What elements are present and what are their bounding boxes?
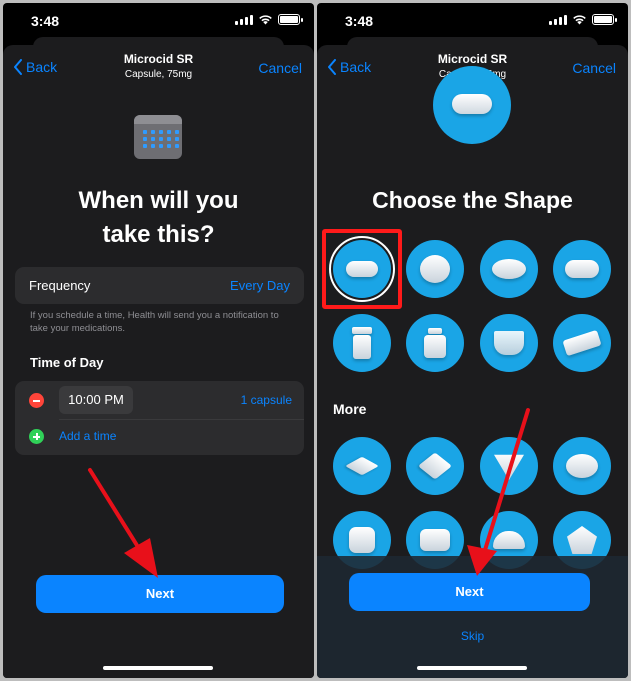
- cancel-button[interactable]: Cancel: [258, 60, 302, 76]
- page-title-line-2: take this?: [102, 221, 215, 248]
- cellular-signal-icon: [235, 13, 253, 25]
- frequency-label: Frequency: [29, 278, 91, 293]
- status-bar: 3:48: [3, 3, 314, 39]
- status-time: 3:48: [345, 13, 374, 29]
- cellular-signal-icon: [549, 13, 567, 25]
- shape-jar-icon[interactable]: [406, 314, 464, 372]
- notification-hint: If you schedule a time, Health will send…: [30, 310, 279, 334]
- battery-icon: [278, 13, 303, 25]
- wifi-icon: [259, 14, 272, 24]
- nav-bar: Back Microcid SR Capsule, 75mg Cancel: [3, 45, 314, 95]
- status-icons: [549, 13, 617, 25]
- shape-oval-icon[interactable]: [480, 240, 538, 298]
- shape-round-icon[interactable]: [406, 240, 464, 298]
- time-of-day-title: Time of Day: [30, 355, 104, 370]
- status-time: 3:48: [31, 13, 60, 29]
- more-section-title: More: [333, 401, 367, 417]
- home-indicator: [417, 666, 527, 670]
- shape-bottle-icon[interactable]: [333, 314, 391, 372]
- shape-diamond-icon[interactable]: [406, 437, 464, 495]
- next-button[interactable]: Next: [36, 575, 284, 613]
- battery-icon: [592, 13, 617, 25]
- page-title-line-1: When will you: [78, 187, 239, 214]
- add-time-button[interactable]: Add a time: [59, 429, 116, 443]
- selected-shape-preview-icon: [433, 66, 511, 144]
- shape-tube-icon[interactable]: [553, 314, 611, 372]
- shape-cup-icon[interactable]: [480, 314, 538, 372]
- time-picker[interactable]: 10:00 PM: [59, 386, 133, 414]
- shape-triangle-icon[interactable]: [480, 437, 538, 495]
- left-phone-screen: 3:48 Back Microcid SR Capsule, 75mg Canc…: [3, 3, 314, 678]
- frequency-value[interactable]: Every Day: [230, 278, 290, 293]
- skip-button[interactable]: Skip: [317, 629, 628, 643]
- row-divider: [59, 419, 304, 420]
- status-icons: [235, 13, 303, 25]
- remove-time-icon[interactable]: [29, 393, 44, 408]
- page-title: Choose the Shape: [372, 187, 573, 213]
- schedule-sheet: Back Microcid SR Capsule, 75mg Cancel Wh…: [3, 45, 314, 678]
- shape-diamond-wide-icon[interactable]: [333, 437, 391, 495]
- cancel-button[interactable]: Cancel: [572, 60, 616, 76]
- right-phone-screen: 3:48 Back Microcid SR Capsule, 75mg Canc…: [317, 3, 628, 678]
- annotation-highlight-box: [322, 229, 402, 309]
- wifi-icon: [573, 14, 586, 24]
- screenshot-stage: 3:48 Back Microcid SR Capsule, 75mg Canc…: [0, 0, 631, 681]
- next-button[interactable]: Next: [349, 573, 590, 611]
- dose-value[interactable]: 1 capsule: [241, 393, 292, 407]
- shape-oblong-icon[interactable]: [553, 240, 611, 298]
- add-time-icon[interactable]: [29, 429, 44, 444]
- calendar-icon: [134, 115, 182, 159]
- time-of-day-card: 10:00 PM 1 capsule Add a time: [15, 381, 304, 455]
- status-bar: 3:48: [317, 3, 628, 39]
- frequency-row[interactable]: Frequency Every Day: [15, 267, 304, 304]
- shape-ellipse-icon[interactable]: [553, 437, 611, 495]
- home-indicator: [103, 666, 213, 670]
